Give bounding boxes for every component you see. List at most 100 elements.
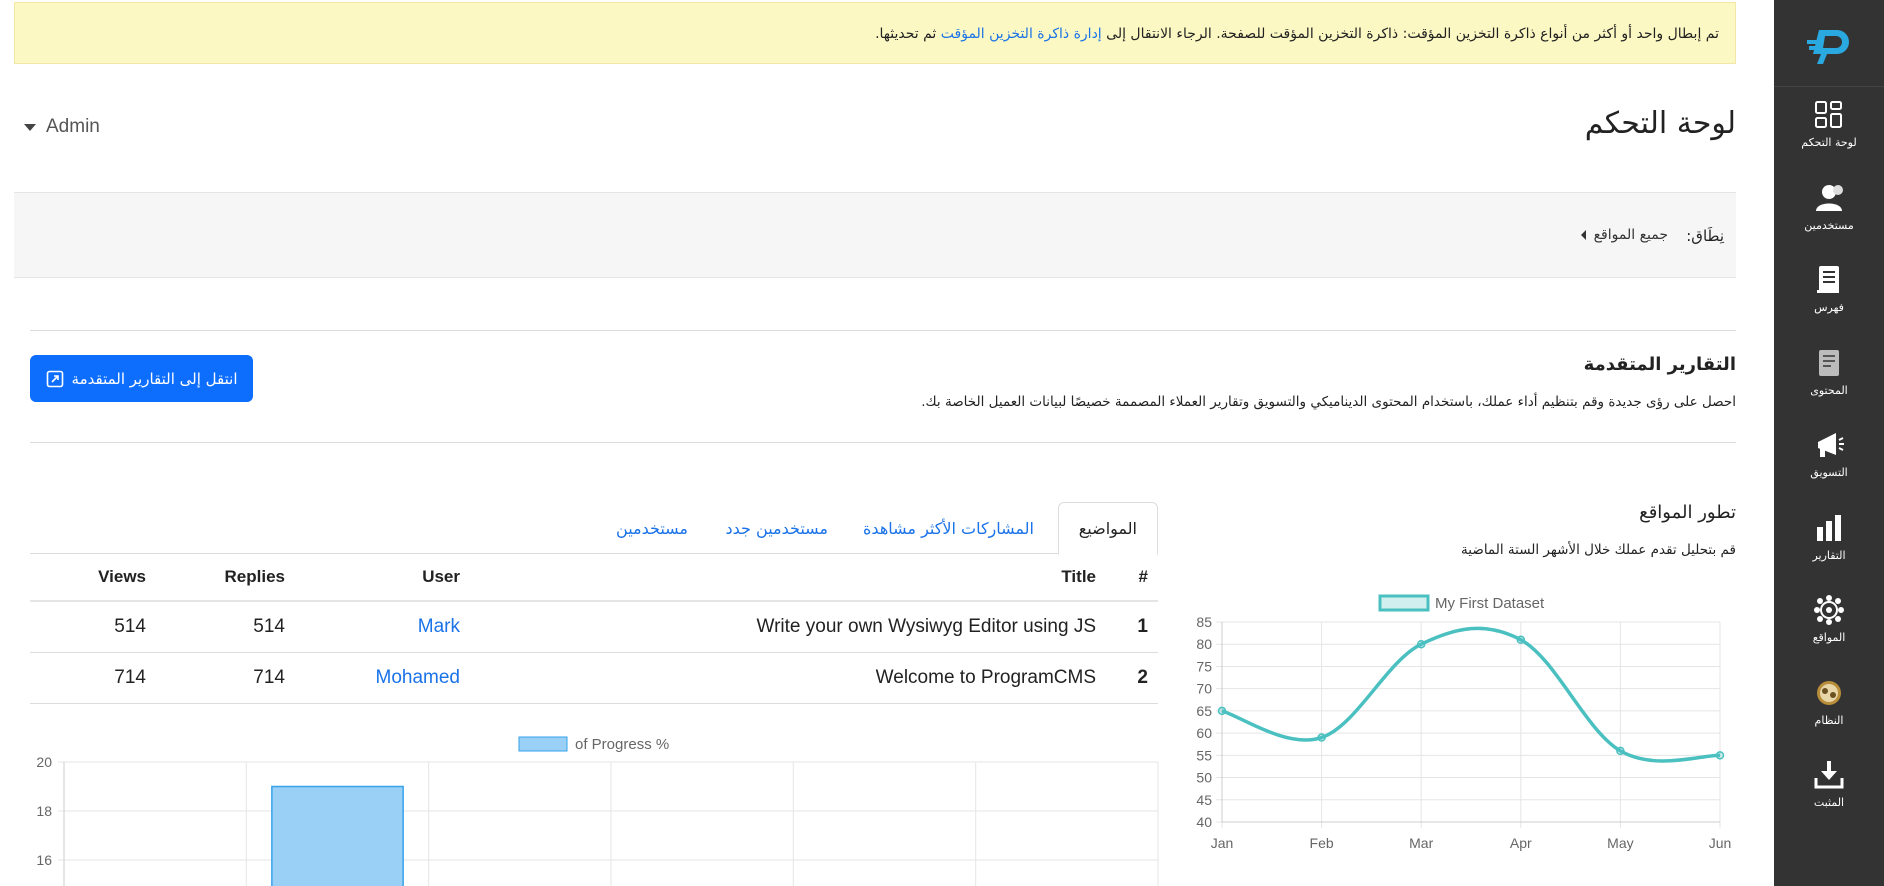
table-row: 2 Welcome to ProgramCMS Mohamed 714 714 xyxy=(30,653,1158,704)
y-tick-label: 18 xyxy=(36,803,52,819)
y-tick-label: 85 xyxy=(1196,614,1212,630)
sidebar-item-dashboard[interactable]: لوحة التحكم xyxy=(1774,98,1884,168)
tab-new-users[interactable]: مستخدمين جدد xyxy=(706,502,848,554)
sidebar-item-installer[interactable]: المثبت xyxy=(1774,758,1884,828)
app-logo[interactable] xyxy=(1774,22,1884,70)
row-views: 514 xyxy=(114,616,146,637)
user-link[interactable]: Mark xyxy=(418,616,460,638)
sidebar: لوحة التحكم مستخدمين فهرس المحتوى التسويق الت… xyxy=(1774,0,1884,886)
data-point xyxy=(1516,635,1526,645)
x-tick-label: Jun xyxy=(1709,835,1732,851)
bar xyxy=(271,785,404,886)
tab-topics[interactable]: المواضيع xyxy=(1057,502,1158,555)
y-tick-label: 80 xyxy=(1196,636,1212,652)
data-point xyxy=(1317,733,1326,742)
dashboard-icon xyxy=(1812,98,1846,132)
series-line xyxy=(1221,626,1721,763)
marketing-icon xyxy=(1812,428,1846,462)
row-user: Mark xyxy=(418,602,460,652)
column-header-title: Title xyxy=(1061,567,1096,586)
sidebar-item-sites[interactable]: المواقع xyxy=(1774,593,1884,663)
y-tick-label: 16 xyxy=(36,852,52,868)
external-link-icon xyxy=(46,370,63,387)
y-tick-label: 75 xyxy=(1196,658,1212,674)
row-num: 2 xyxy=(1137,667,1148,688)
installer-icon xyxy=(1812,758,1846,792)
caret-left-icon xyxy=(1580,230,1586,240)
users-icon xyxy=(1812,181,1846,215)
reports-icon xyxy=(1812,511,1846,545)
advanced-reports-description: احصل على رؤى جديدة وقم بتنظيم أداء عملك،… xyxy=(921,394,1736,410)
page: تم إبطال واحد أو أكثر من أنواع ذاكرة الت… xyxy=(0,0,1884,886)
y-tick-label: 50 xyxy=(1196,770,1212,786)
user-name: Admin xyxy=(46,116,100,137)
advanced-reports-button[interactable]: انتقل إلى التقارير المتقدمة xyxy=(30,355,253,402)
y-tick-label: 20 xyxy=(36,754,52,770)
advanced-reports-button-label: انتقل إلى التقارير المتقدمة xyxy=(71,369,238,388)
legend-swatch xyxy=(1378,594,1430,612)
x-tick-label: Apr xyxy=(1510,835,1532,851)
row-replies: 514 xyxy=(253,616,285,637)
scope-label: نِطَاق: xyxy=(1686,227,1724,245)
column-header-views: Views xyxy=(98,567,146,586)
table-row: 1 Write your own Wysiwyg Editor using JS… xyxy=(30,602,1158,653)
sidebar-item-catalog[interactable]: فهرس xyxy=(1774,263,1884,333)
sidebar-item-label: التقارير xyxy=(1812,548,1846,562)
divider xyxy=(30,442,1736,443)
x-tick-label: Jan xyxy=(1211,835,1234,851)
tab-users[interactable]: مستخدمين xyxy=(596,502,708,554)
logo-icon xyxy=(1807,30,1849,64)
y-tick-label: 45 xyxy=(1196,792,1212,808)
sidebar-item-system[interactable]: النظام xyxy=(1774,676,1884,746)
x-tick-label: May xyxy=(1607,835,1633,851)
cache-alert: تم إبطال واحد أو أكثر من أنواع ذاكرة الت… xyxy=(14,2,1736,64)
sites-evolution-line-chart: My First Dataset 85 80 75 70 65 60 55 50 45 40 Jan F… xyxy=(1196,594,1732,851)
row-title: Welcome to ProgramCMS xyxy=(875,667,1096,688)
sidebar-item-label: النظام xyxy=(1814,713,1844,727)
column-header-num: # xyxy=(1138,567,1148,586)
x-tick-label: Mar xyxy=(1409,835,1433,851)
content-icon xyxy=(1812,346,1846,380)
y-tick-label: 40 xyxy=(1196,814,1212,830)
system-icon xyxy=(1812,676,1846,710)
divider xyxy=(30,330,1736,331)
scope-selector[interactable]: جميع المواقع xyxy=(1580,227,1668,243)
legend-label: My First Dataset xyxy=(1435,595,1545,612)
scope-value: جميع المواقع xyxy=(1593,227,1668,243)
sidebar-item-users[interactable]: مستخدمين xyxy=(1774,181,1884,251)
legend-swatch xyxy=(518,736,568,752)
tab-bar: المواضيع المشاركات الأكثر مشاهدة مستخدمي… xyxy=(30,502,1158,555)
sites-evolution-description: قم بتحليل تقدم عملك خلال الأشهر الستة ال… xyxy=(1461,542,1736,558)
table-header-row: # Title User Replies Views xyxy=(30,554,1158,602)
sidebar-item-label: التسويق xyxy=(1810,466,1848,479)
cache-management-link[interactable]: إدارة ذاكرة التخزين المؤقت xyxy=(941,26,1102,42)
catalog-icon xyxy=(1812,263,1846,297)
progress-bar-chart: of Progress % 20 18 16 xyxy=(36,736,1159,886)
caret-down-icon xyxy=(24,123,36,131)
alert-text-before: تم إبطال واحد أو أكثر من أنواع ذاكرة الت… xyxy=(1106,26,1719,42)
sidebar-item-marketing[interactable]: التسويق xyxy=(1774,428,1884,498)
sidebar-item-label: فهرس xyxy=(1814,301,1844,314)
row-user: Mohamed xyxy=(376,653,461,703)
sidebar-item-label: مستخدمين xyxy=(1804,218,1854,232)
scope-bar: نِطَاق: جميع المواقع xyxy=(14,192,1736,278)
page-title: لوحة التحكم xyxy=(1584,106,1736,141)
column-header-user: User xyxy=(422,567,460,586)
y-tick-label: 65 xyxy=(1196,703,1212,719)
sidebar-item-label: المواقع xyxy=(1812,631,1846,644)
sidebar-item-label: المحتوى xyxy=(1810,383,1848,397)
sidebar-item-reports[interactable]: التقارير xyxy=(1774,511,1884,581)
sites-icon xyxy=(1812,593,1846,627)
x-tick-label: Feb xyxy=(1310,835,1334,851)
user-link[interactable]: Mohamed xyxy=(376,667,461,689)
column-header-replies: Replies xyxy=(224,567,285,586)
alert-text-after: ثم تحديثها. xyxy=(875,26,937,42)
sidebar-item-label: المثبت xyxy=(1813,796,1845,809)
user-menu[interactable]: Admin xyxy=(24,116,100,138)
topics-table: # Title User Replies Views 1 Write your … xyxy=(30,554,1158,704)
sites-evolution-title: تطور المواقع xyxy=(1639,502,1736,523)
tab-most-viewed-posts[interactable]: المشاركات الأكثر مشاهدة xyxy=(843,502,1054,554)
sidebar-item-content[interactable]: المحتوى xyxy=(1774,346,1884,416)
advanced-reports-title: التقارير المتقدمة xyxy=(1583,354,1736,375)
data-point xyxy=(1715,751,1725,760)
